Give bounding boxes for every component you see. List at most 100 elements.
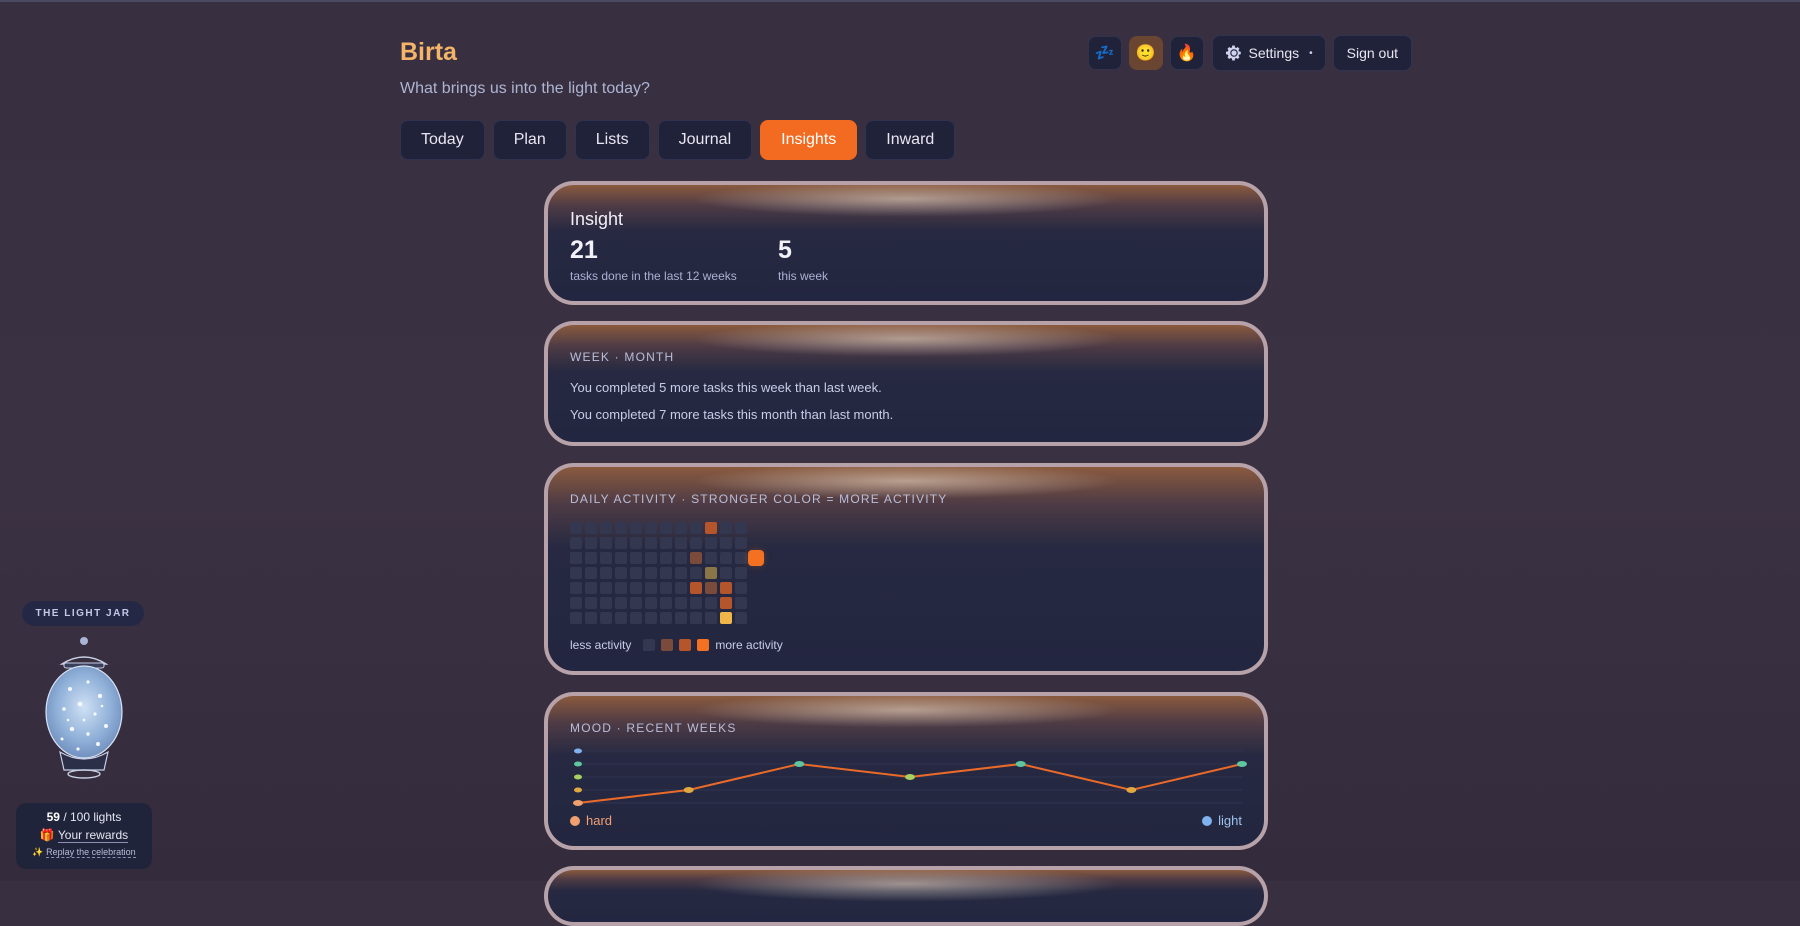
mood-level-dot <box>574 748 582 754</box>
activity-cell <box>675 522 687 534</box>
activity-cell <box>660 552 672 564</box>
tab-journal[interactable]: Journal <box>657 120 753 160</box>
activity-cell <box>735 552 747 564</box>
tab-insights[interactable]: Insights <box>760 120 858 160</box>
next-card <box>544 866 1268 926</box>
activity-heatmap <box>570 522 1242 624</box>
activity-cell <box>570 552 582 564</box>
legend-swatch-mid <box>679 639 692 651</box>
activity-cell <box>645 567 657 579</box>
activity-cell <box>600 567 612 579</box>
activity-cell <box>735 567 747 579</box>
app-subtitle: What brings us into the light today? <box>400 80 650 97</box>
mood-line-chart <box>573 748 1247 806</box>
activity-cell <box>570 567 582 579</box>
activity-cell <box>690 522 702 534</box>
sleep-zz-icon: 💤 <box>1094 45 1115 62</box>
activity-cell <box>660 567 672 579</box>
activity-cell <box>600 537 612 549</box>
activity-cell <box>720 552 732 564</box>
activity-cell <box>600 612 612 624</box>
activity-cell <box>585 597 597 609</box>
mood-point <box>573 800 583 806</box>
tab-lists[interactable]: Lists <box>574 120 650 160</box>
mood-legend: hard light <box>570 813 1242 828</box>
mood-point <box>1237 761 1247 767</box>
activity-cell <box>630 597 642 609</box>
mood-level-dot <box>574 774 582 780</box>
activity-cell <box>660 522 672 534</box>
legend-swatch-empty <box>643 639 656 651</box>
settings-indicator-dot: • <box>1309 47 1313 59</box>
activity-cell <box>675 582 687 594</box>
mood-point <box>683 787 694 793</box>
activity-cell <box>615 612 627 624</box>
less-activity-label: less activity <box>570 638 632 652</box>
legend-swatch-low <box>661 639 674 651</box>
rewards-link-label: Your rewards <box>57 828 129 843</box>
stat-this-week-value: 5 <box>778 236 792 264</box>
stat-12-weeks-label: tasks done in the last 12 weeks <box>570 269 737 283</box>
activity-cell <box>585 612 597 624</box>
sign-out-button[interactable]: Sign out <box>1332 35 1412 71</box>
activity-cell <box>735 597 747 609</box>
activity-cell <box>585 537 597 549</box>
tab-today[interactable]: Today <box>400 120 485 160</box>
activity-cell <box>600 552 612 564</box>
lights-count-total: / 100 lights <box>63 810 122 824</box>
activity-cell <box>645 612 657 624</box>
insight-card: Insight 21 tasks done in the last 12 wee… <box>544 181 1268 305</box>
app-title: Birta <box>400 38 457 66</box>
week-month-card: WEEK · MONTH You completed 5 more tasks … <box>544 321 1268 446</box>
activity-cell <box>660 537 672 549</box>
activity-cell <box>720 582 732 594</box>
rewards-panel: 59 / 100 lights 🎁 Your rewards ✨ Replay … <box>16 803 152 869</box>
activity-cell <box>600 597 612 609</box>
mood-sleep-button[interactable]: 💤 <box>1087 36 1122 70</box>
mood-light-legend: light <box>1202 813 1242 828</box>
mood-level-dot <box>574 787 582 793</box>
settings-label: Settings <box>1248 45 1300 61</box>
smile-face-icon: 🙂 <box>1135 45 1156 62</box>
activity-cell <box>660 612 672 624</box>
mood-fire-button[interactable]: 🔥 <box>1169 36 1204 70</box>
stat-12-weeks-value: 21 <box>570 236 598 264</box>
activity-cell <box>570 612 582 624</box>
mood-point <box>905 774 915 780</box>
tab-inward[interactable]: Inward <box>865 120 956 160</box>
activity-cell <box>570 537 582 549</box>
mood-point <box>1015 761 1026 767</box>
activity-cell <box>585 582 597 594</box>
insight-stats: 21 tasks done in the last 12 weeks 5 thi… <box>570 236 1242 283</box>
stat-this-week-label: this week <box>778 269 829 283</box>
activity-cell <box>705 567 717 579</box>
mood-point <box>794 761 805 767</box>
mood-level-dot <box>574 761 582 767</box>
activity-cell <box>570 597 582 609</box>
activity-cell <box>690 597 702 609</box>
stat-12-weeks: 21 tasks done in the last 12 weeks <box>570 236 778 283</box>
light-jar-icon[interactable] <box>40 634 128 790</box>
activity-cell <box>705 522 717 534</box>
activity-cell <box>705 537 717 549</box>
legend-swatch-high <box>697 639 710 651</box>
activity-cell <box>615 522 627 534</box>
rewards-link[interactable]: 🎁 Your rewards <box>16 828 152 843</box>
activity-cell <box>615 537 627 549</box>
lights-count-current: 59 <box>46 810 60 824</box>
mood-smile-button[interactable]: 🙂 <box>1128 36 1163 70</box>
activity-cell <box>735 582 747 594</box>
top-border <box>0 0 1800 2</box>
tab-plan[interactable]: Plan <box>492 120 567 160</box>
activity-cell <box>630 522 642 534</box>
mood-series-line <box>577 762 1243 804</box>
activity-cell <box>630 552 642 564</box>
activity-cell <box>645 582 657 594</box>
gift-icon: 🎁 <box>39 828 55 842</box>
replay-celebration-link[interactable]: ✨ Replay the celebration <box>16 847 152 858</box>
activity-cell <box>660 582 672 594</box>
activity-cell <box>720 597 732 609</box>
activity-cell <box>690 552 702 564</box>
activity-cell <box>690 567 702 579</box>
settings-button[interactable]: Settings • <box>1211 35 1326 71</box>
